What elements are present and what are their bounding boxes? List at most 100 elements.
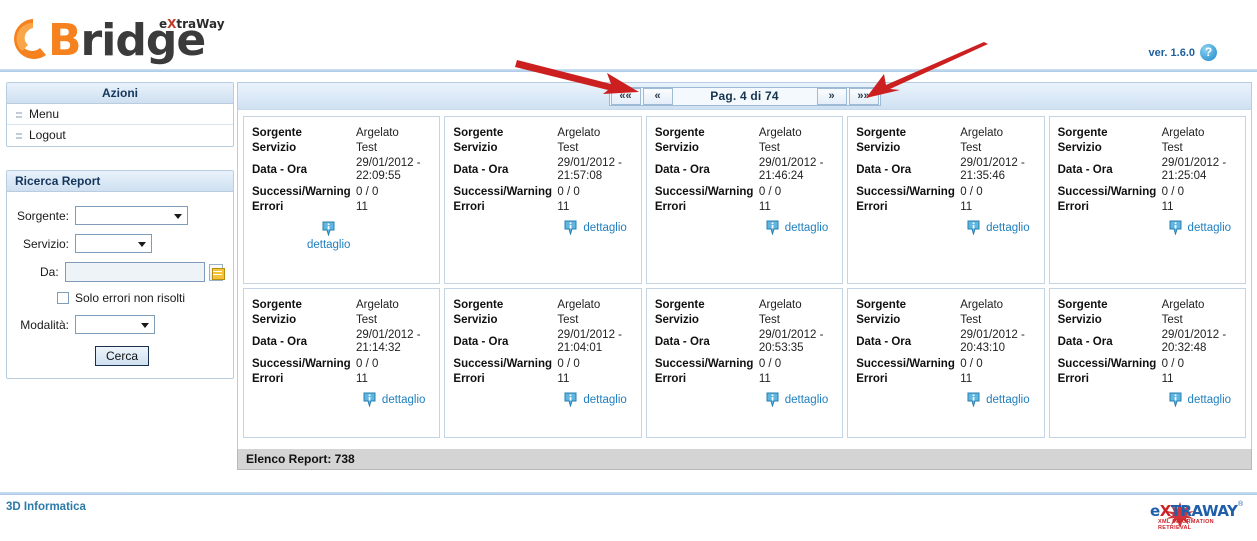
report-card-field-label: Errori: [453, 201, 485, 213]
info-icon[interactable]: [564, 220, 577, 236]
report-card-detail[interactable]: dettaglio: [856, 392, 1035, 408]
report-card-field: Sorgente Argelato: [252, 127, 431, 140]
report-card-field-label: Sorgente: [654, 127, 705, 139]
report-card-field-value-line: 29/01/2012 -: [960, 157, 1025, 169]
report-card-field: Errori 11: [1058, 201, 1237, 214]
drag-handle-icon: [16, 133, 22, 139]
report-card-detail-link[interactable]: dettaglio: [583, 222, 626, 234]
extraway-superscript: eXtraWay: [159, 17, 225, 31]
report-card[interactable]: Sorgente Argelato Servizio Test Data - Ora 29…: [1048, 288, 1247, 438]
solo-errori-checkbox[interactable]: [57, 292, 69, 304]
report-card-detail-link[interactable]: dettaglio: [382, 394, 425, 406]
report-list-panel: «« « Pag. 4 di 74 » »» Sorgente Argelato S…: [237, 82, 1252, 470]
report-card-field: Data - Ora 29/01/2012 -22:09:55: [252, 157, 431, 183]
report-card-detail[interactable]: dettaglio: [1058, 392, 1237, 408]
footer-company-link[interactable]: 3D Informatica: [6, 501, 86, 513]
report-card[interactable]: Sorgente Argelato Servizio Test Data - Ora 29…: [1048, 116, 1247, 284]
report-card-field-value: Test: [1161, 142, 1183, 154]
report-card-field-label: Servizio: [252, 314, 297, 326]
solo-errori-label: Solo errori non risolti: [75, 291, 186, 305]
report-card-detail[interactable]: dettaglio: [655, 220, 834, 236]
report-card-field: Sorgente Argelato: [252, 299, 431, 312]
report-card-detail-link[interactable]: dettaglio: [785, 394, 828, 406]
report-card-detail[interactable]: dettaglio: [655, 392, 834, 408]
report-card-detail[interactable]: dettaglio: [252, 220, 431, 251]
report-card-field: Servizio Test: [1058, 314, 1237, 327]
sorgente-select[interactable]: [75, 206, 188, 225]
report-card-field-value: 29/01/2012 -21:57:08: [557, 157, 622, 183]
report-card-field-value-line: 21:46:24: [758, 170, 804, 182]
report-card-detail-link[interactable]: dettaglio: [1188, 222, 1231, 234]
report-card-detail[interactable]: dettaglio: [453, 220, 632, 236]
chevron-down-icon: [138, 242, 146, 247]
report-card-detail-link[interactable]: dettaglio: [986, 222, 1029, 234]
report-card-detail[interactable]: dettaglio: [1058, 220, 1237, 236]
report-card[interactable]: Sorgente Argelato Servizio Test Data - Ora 29…: [645, 288, 844, 438]
info-icon[interactable]: [967, 220, 980, 236]
pagination-next-button[interactable]: »: [816, 87, 847, 105]
pagination-prev-button[interactable]: «: [642, 87, 673, 105]
report-card-field-value: 29/01/2012 -21:14:32: [356, 329, 421, 355]
info-icon[interactable]: [564, 392, 577, 408]
report-card[interactable]: Sorgente Argelato Servizio Test Data - Ora 29…: [444, 116, 642, 284]
report-card[interactable]: Sorgente Argelato Servizio Test Data - Ora 29…: [243, 116, 441, 284]
info-icon[interactable]: [967, 392, 980, 408]
report-card-field-label: Errori: [453, 373, 485, 385]
report-card-field-value: 11: [758, 373, 771, 385]
sidebar-item-menu[interactable]: Menu: [7, 104, 233, 125]
report-card-field-label: Data - Ora: [856, 164, 912, 176]
pagination-first-button[interactable]: ««: [610, 87, 641, 105]
report-card-field-value: 11: [1161, 201, 1174, 213]
report-card-field-value-line: 29/01/2012 -: [1161, 157, 1227, 169]
report-card-field-value: 0 / 0: [960, 186, 983, 198]
report-card-detail-link[interactable]: dettaglio: [252, 239, 405, 251]
report-card-field-value: 0 / 0: [758, 358, 782, 370]
report-card-field: Data - Ora 29/01/2012 -21:14:32: [252, 329, 431, 355]
sidebar: Azioni Menu Logout Ricerca Report Sorgen…: [6, 82, 234, 379]
info-icon[interactable]: [363, 392, 376, 408]
report-card-detail-link[interactable]: dettaglio: [986, 394, 1029, 406]
report-card-field-label: Data - Ora: [654, 336, 710, 348]
report-card-field: Errori 11: [453, 201, 632, 214]
help-icon[interactable]: ?: [1200, 44, 1217, 61]
da-date-input[interactable]: [64, 262, 205, 282]
report-card-field-value: 29/01/2012 -21:35:46: [960, 157, 1025, 183]
report-card-row-2: Sorgente Argelato Servizio Test Data - Ora 29…: [243, 288, 1247, 438]
report-card-field-label: Errori: [856, 201, 888, 213]
pagination-last-button[interactable]: »»: [848, 87, 879, 105]
report-card-field-value-line: 20:43:10: [960, 342, 1005, 354]
report-card-detail-link[interactable]: dettaglio: [583, 394, 626, 406]
report-card-field-value: 29/01/2012 -21:04:01: [557, 329, 622, 355]
report-card[interactable]: Sorgente Argelato Servizio Test Data - Ora 29…: [243, 288, 441, 438]
report-card[interactable]: Sorgente Argelato Servizio Test Data - Ora 29…: [444, 288, 642, 438]
cerca-button[interactable]: Cerca: [94, 346, 149, 366]
sidebar-item-logout[interactable]: Logout: [7, 125, 233, 146]
report-card-detail-link[interactable]: dettaglio: [1188, 394, 1231, 406]
report-card-detail-link[interactable]: dettaglio: [785, 222, 828, 234]
report-card-detail[interactable]: dettaglio: [252, 392, 431, 408]
report-card-field-label: Errori: [654, 201, 687, 213]
report-card[interactable]: Sorgente Argelato Servizio Test Data - Ora 29…: [645, 116, 844, 284]
report-card-detail[interactable]: dettaglio: [856, 220, 1035, 236]
bridge-logo[interactable]: Bridge eXtraWay: [6, 8, 336, 66]
report-card[interactable]: Sorgente Argelato Servizio Test Data - Ora 29…: [847, 116, 1045, 284]
report-card-field-label: Servizio: [453, 314, 498, 326]
extraway-logo-text: eXTRAWAY: [1150, 502, 1238, 520]
info-icon[interactable]: [1169, 220, 1182, 236]
report-card-field: Errori 11: [453, 373, 632, 386]
info-icon[interactable]: [1169, 392, 1182, 408]
info-icon[interactable]: [766, 392, 779, 408]
servizio-select[interactable]: [75, 234, 152, 253]
report-card-field: Data - Ora 29/01/2012 -21:46:24: [655, 157, 834, 183]
info-icon[interactable]: [766, 220, 779, 236]
report-card-field-label: Sorgente: [856, 299, 907, 311]
report-card-detail[interactable]: dettaglio: [453, 392, 632, 408]
logo-sup-pre: e: [159, 17, 168, 31]
report-card-field-label: Data - Ora: [252, 164, 307, 176]
calendar-icon[interactable]: [208, 263, 226, 281]
report-card-field-label: Successi/Warning: [252, 358, 351, 370]
info-icon[interactable]: [322, 221, 335, 238]
report-card[interactable]: Sorgente Argelato Servizio Test Data - Ora 29…: [847, 288, 1045, 438]
report-card-field: Errori 11: [856, 373, 1035, 386]
modalita-select[interactable]: [75, 315, 155, 334]
